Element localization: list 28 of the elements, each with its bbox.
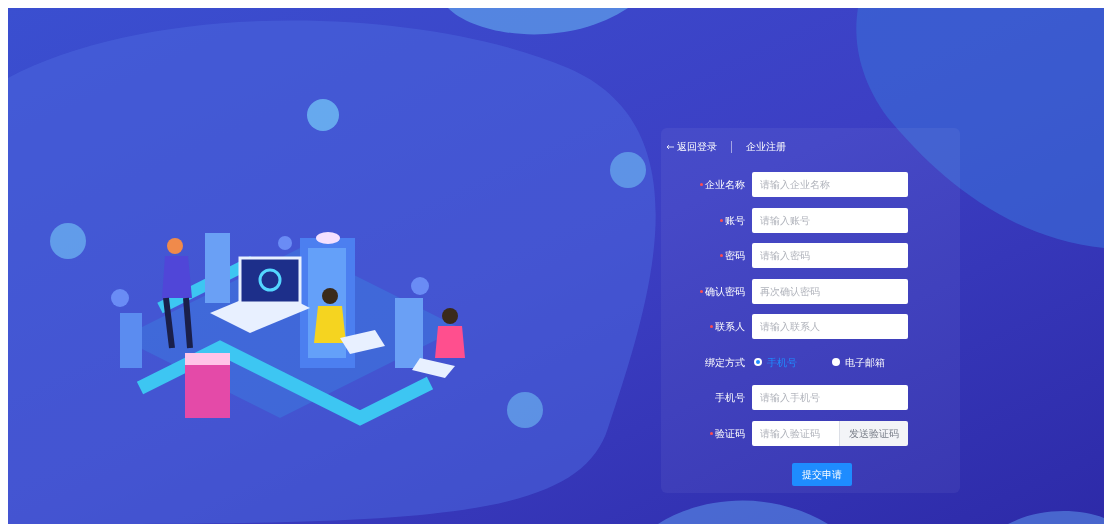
input-field[interactable]: 请输入手机号 (752, 385, 908, 410)
input-field[interactable]: 请输入账号 (752, 207, 908, 233)
glow-dot (50, 223, 86, 259)
input-field[interactable]: 再次确认密码 (752, 278, 908, 304)
input-field[interactable]: 请输入密码 (752, 243, 908, 268)
radio-label[interactable]: 电子邮箱 (845, 354, 885, 370)
back-arrow-icon (666, 143, 674, 150)
field-label: 企业名称 (705, 178, 745, 192)
submit-button[interactable]: 提交申请 (791, 462, 852, 486)
input-field[interactable]: 请输入企业名称 (752, 172, 908, 197)
field-label: 确认密码 (705, 284, 745, 299)
field-label: 密码 (725, 249, 745, 263)
input-field[interactable]: 请输入联系人 (752, 314, 908, 339)
field-label: 联系人 (715, 320, 745, 334)
radio-label[interactable]: 手机号 (767, 354, 797, 370)
back-link[interactable]: 返回登录 (666, 139, 717, 154)
field-label: 手机号 (715, 391, 745, 405)
glow-dot (307, 99, 339, 131)
radio-button[interactable] (754, 358, 762, 366)
glow-dot (507, 392, 543, 428)
send-code-button[interactable]: 发送验证码 (839, 420, 908, 446)
field-label: 账号 (725, 213, 745, 228)
glow-dot (610, 152, 646, 188)
radio-button[interactable] (832, 358, 840, 366)
field-label: 绑定方式 (705, 355, 745, 370)
input-field[interactable]: 请输入验证码 (752, 420, 839, 446)
page-title: 企业注册 (746, 140, 786, 154)
field-label: 验证码 (715, 426, 745, 441)
